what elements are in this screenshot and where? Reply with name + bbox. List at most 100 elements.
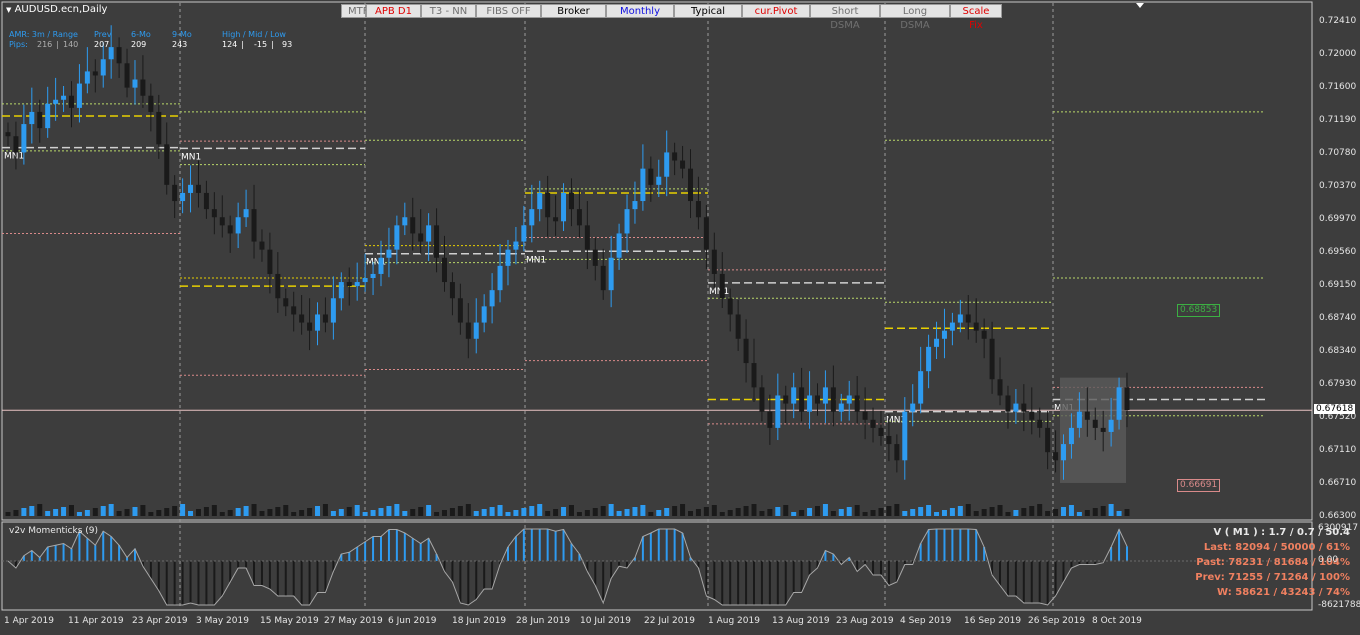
volume-bar [1029,506,1035,516]
toolbar-button-t3-nn[interactable]: T3 - NN [421,4,476,18]
volume-bar [949,508,955,516]
candle-body [53,99,59,104]
toolbar-button-monthly[interactable]: Monthly [606,4,674,18]
candle-body [616,233,622,258]
volume-bar [1037,504,1043,516]
price-axis-label: 0.71600 [1319,82,1357,92]
candle-body [378,257,384,274]
volume-bar [513,510,519,516]
chart-canvas[interactable]: MN1MN1MN1MN1MN1MN1MN1 [0,0,1360,635]
candle-body [1068,427,1074,445]
candle-body [473,322,479,339]
toolbar-button-short-dsma[interactable]: Short DSMA [810,4,880,31]
volume-bar [132,507,138,516]
candle-body [267,249,273,274]
volume-bar [751,504,757,516]
chart-shift-marker-icon[interactable] [1136,3,1144,8]
toolbar-button-typical[interactable]: Typical [674,4,742,18]
volume-bar [632,507,638,516]
volume-bar [545,511,551,516]
volume-bar [608,504,614,516]
volume-bar [100,506,106,516]
volume-bar [703,507,709,516]
date-axis-label: 11 Apr 2019 [68,616,124,626]
toolbar-button-broker[interactable]: Broker [541,4,606,18]
volume-bar [759,511,765,516]
volume-bar [1100,506,1106,516]
oscillator-axis-label: 0.00 [1318,555,1339,565]
candle-body [124,63,130,88]
toolbar-button-apb-d1[interactable]: APB D1 [366,4,421,18]
candle-body [759,387,765,412]
candle-body [688,168,694,202]
volume-bar [84,510,90,516]
candle-body [537,192,543,210]
candle-body [76,83,82,108]
candle-body [743,338,749,364]
volume-bar [1021,508,1027,516]
mn1-label: MN1 [709,287,729,297]
volume-bar [664,508,670,516]
volume-bar [53,509,59,516]
date-axis-label: 13 Aug 2019 [772,616,830,626]
candle-body [251,209,257,242]
price-axis-label: 0.67930 [1319,379,1357,389]
volume-bar [862,512,868,516]
candle-body [878,427,884,436]
volume-bar [894,504,900,516]
candle-body [45,103,51,129]
volume-bar [124,509,130,516]
candle-body [259,241,265,250]
volume-bar [449,508,455,516]
volume-bar [283,505,289,516]
date-axis-label: 3 May 2019 [196,616,249,626]
volume-bar [156,510,162,516]
price-axis-label: 0.68340 [1319,346,1357,356]
date-axis-label: 18 Jun 2019 [452,616,507,626]
volume-bar [116,511,122,516]
volume-bar [76,512,82,516]
volume-bar [180,504,186,516]
candle-body [1061,444,1067,461]
candle-body [545,192,551,218]
volume-bar [37,504,43,516]
candle-body [902,411,908,461]
pips-high: 124 [222,40,238,49]
candle-body [322,314,328,323]
volume-bar [735,508,741,516]
volume-bar [362,512,368,516]
candle-body [291,306,297,315]
volume-bar [426,505,432,516]
symbol-title[interactable]: ▼ AUDUSD.ecn,Daily [6,4,107,15]
candle-body [981,330,987,339]
volume-bar [1108,504,1114,516]
volume-bar [902,511,908,516]
candle-body [156,111,162,145]
candle-body [989,338,995,380]
pips-prev: 207 [94,40,110,49]
toolbar-button-cur-pivot[interactable]: cur.Pivot [742,4,810,18]
pips-range: 140 [63,40,79,49]
date-axis-label: 6 Jun 2019 [388,616,437,626]
candle-body [481,306,487,323]
volume-bar [473,511,479,516]
toolbar-button-fibs-off[interactable]: FIBS OFF [476,4,541,18]
volume-bar [45,511,51,516]
volume-bar [5,512,11,516]
toolbar-button-scale-fix[interactable]: Scale Fix [950,4,1002,31]
candle-body [338,282,344,299]
candle-body [553,217,559,222]
toolbar-button-mtf[interactable]: MTF [341,4,369,18]
candle-body [354,282,360,287]
pips-6mo: 209 [131,40,147,49]
candle-body [926,346,932,372]
price-axis-label: 0.66300 [1319,511,1357,521]
candle-body [695,201,701,218]
candle-body [1100,427,1106,432]
date-axis-label: 27 May 2019 [324,616,383,626]
candle-body [918,371,924,404]
candle-body [886,435,892,445]
volume-bar [497,505,503,516]
toolbar-button-long-dsma[interactable]: Long DSMA [880,4,950,31]
volume-bar [13,510,19,516]
